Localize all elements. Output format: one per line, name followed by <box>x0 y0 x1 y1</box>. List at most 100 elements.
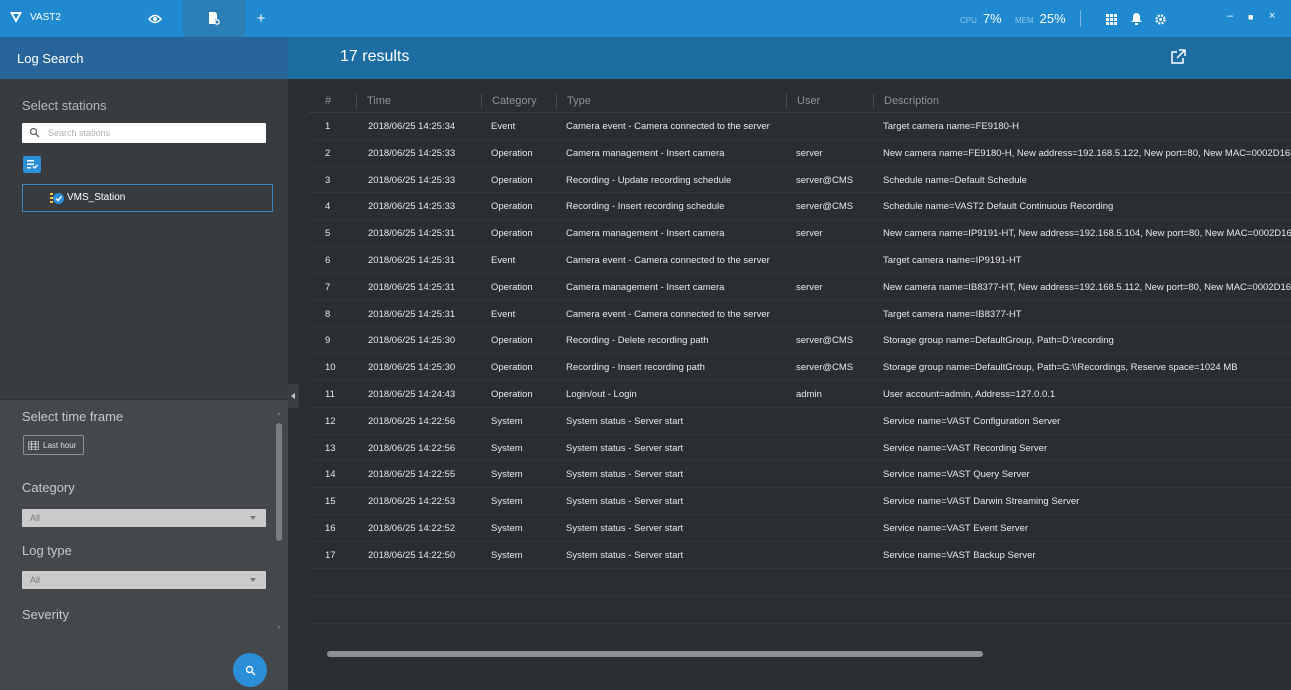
cell-description: Service name=VAST Query Server <box>883 469 1030 481</box>
table-row[interactable]: 8 2018/06/25 14:25:31 Event Camera event - … <box>309 301 1291 328</box>
cell-time: 2018/06/25 14:22:53 <box>368 496 456 508</box>
cell-time: 2018/06/25 14:24:43 <box>368 388 456 400</box>
cell-description: User account=admin, Address=127.0.0.1 <box>883 388 1056 400</box>
table-row[interactable]: 3 2018/06/25 14:25:33 Operation Recording -… <box>309 167 1291 194</box>
cell-description: Target camera name=FE9180-H <box>883 121 1019 132</box>
cell-type: System status - Server start <box>566 522 684 534</box>
search-button[interactable] <box>233 653 267 687</box>
cell-number: 3 <box>325 174 331 186</box>
cell-number: 4 <box>325 201 331 213</box>
log-type-select[interactable]: All <box>22 571 266 589</box>
cell-time: 2018/06/25 14:22:56 <box>368 415 456 427</box>
table-row[interactable]: 9 2018/06/25 14:25:30 Operation Recording -… <box>309 327 1291 355</box>
scroll-up-icon[interactable] <box>277 412 281 415</box>
chevron-down-icon <box>250 578 256 582</box>
cell-type: Camera management - Insert camera <box>566 147 725 159</box>
cell-description: Service name=VAST Configuration Server <box>883 415 1061 427</box>
cell-type: System status - Server start <box>566 442 684 454</box>
table-row[interactable]: 2 2018/06/25 14:25:33 Operation Camera mana… <box>309 140 1291 167</box>
cell-time: 2018/06/25 14:22:55 <box>368 469 456 481</box>
scroll-down-icon[interactable] <box>277 626 281 629</box>
add-tab-button[interactable]: + <box>250 0 272 37</box>
close-button[interactable]: × <box>1269 10 1275 22</box>
column-header-description[interactable]: Description <box>873 94 939 108</box>
collapse-panel-button[interactable] <box>287 384 299 408</box>
header-bar: Log Search 17 results <box>0 37 1291 79</box>
table-row[interactable]: 12 2018/06/25 14:22:56 System System status… <box>309 408 1291 435</box>
list-check-icon <box>26 160 38 169</box>
cell-time: 2018/06/25 14:25:33 <box>368 174 456 186</box>
cell-user: server@CMS <box>796 201 854 213</box>
app-grid-button[interactable] <box>1103 11 1119 27</box>
table-row[interactable]: 11 2018/06/25 14:24:43 Operation Login/out … <box>309 381 1291 408</box>
notifications-button[interactable] <box>1128 11 1144 27</box>
table-row[interactable]: 6 2018/06/25 14:25:31 Event Camera event - … <box>309 247 1291 274</box>
cell-category: Operation <box>491 201 533 213</box>
cell-category: System <box>491 549 523 561</box>
column-header-type[interactable]: Type <box>556 94 591 108</box>
table-row[interactable]: 15 2018/06/25 14:22:53 System System status… <box>309 488 1291 515</box>
cell-type: Recording - Delete recording path <box>566 335 709 347</box>
cell-time: 2018/06/25 14:22:56 <box>368 442 456 454</box>
table-horizontal-scrollbar[interactable] <box>327 651 983 657</box>
cell-category: Operation <box>491 228 533 240</box>
table-row[interactable]: 14 2018/06/25 14:22:55 System System status… <box>309 461 1291 489</box>
station-search-input[interactable] <box>48 125 258 141</box>
cell-time: 2018/06/25 14:25:31 <box>368 228 456 240</box>
left-header: Log Search <box>0 37 288 79</box>
log-type-title: Log type <box>22 543 72 558</box>
station-item[interactable]: VMS_Station <box>22 184 273 212</box>
log-table: # Time Category Type User Description 12… <box>309 79 1291 690</box>
table-row[interactable]: 4 2018/06/25 14:25:33 Operation Recording -… <box>309 193 1291 221</box>
column-header-number[interactable]: # <box>325 94 331 108</box>
cell-type: Camera event - Camera connected to the s… <box>566 254 770 266</box>
cell-category: Operation <box>491 388 533 400</box>
category-select-value: All <box>30 513 41 523</box>
calendar-icon <box>28 440 39 450</box>
category-select[interactable]: All <box>22 509 266 527</box>
cell-category: System <box>491 469 523 481</box>
cell-number: 6 <box>325 254 331 266</box>
export-button[interactable] <box>1170 49 1188 67</box>
mem-label: MEM <box>1015 16 1034 25</box>
table-row[interactable]: 13 2018/06/25 14:22:56 System System status… <box>309 435 1291 462</box>
table-row[interactable]: 7 2018/06/25 14:25:31 Operation Camera mana… <box>309 274 1291 301</box>
cpu-label: CPU <box>960 16 977 25</box>
station-name: VMS_Station <box>67 192 126 203</box>
column-header-user[interactable]: User <box>786 94 820 108</box>
cell-user: server <box>796 228 823 240</box>
cell-number: 7 <box>325 281 331 293</box>
station-list-toggle-button[interactable] <box>23 156 41 173</box>
time-frame-button[interactable]: Last hour <box>23 435 84 455</box>
cell-description: Target camera name=IP9191-HT <box>883 254 1022 266</box>
grid-icon <box>1105 13 1117 25</box>
cell-description: Service name=VAST Recording Server <box>883 442 1048 454</box>
filter-scrollbar[interactable] <box>276 423 282 541</box>
cell-category: Operation <box>491 174 533 186</box>
table-row[interactable]: 10 2018/06/25 14:25:30 Operation Recording … <box>309 354 1291 381</box>
column-header-time[interactable]: Time <box>356 94 391 108</box>
table-row[interactable]: 5 2018/06/25 14:25:31 Operation Camera mana… <box>309 220 1291 247</box>
time-frame-title: Select time frame <box>22 409 124 424</box>
table-row[interactable]: 17 2018/06/25 14:22:50 System System status… <box>309 542 1291 569</box>
maximize-button[interactable]: ■ <box>1248 12 1253 22</box>
column-header-category[interactable]: Category <box>481 94 537 108</box>
select-stations-title: Select stations <box>22 98 107 113</box>
minimize-button[interactable]: – <box>1227 10 1233 22</box>
tab-live-view[interactable] <box>127 0 183 37</box>
table-row[interactable]: 16 2018/06/25 14:22:52 System System status… <box>309 515 1291 542</box>
cpu-status: CPU 7% <box>960 11 1002 26</box>
tab-log-search[interactable] <box>183 0 245 37</box>
mem-value: 25% <box>1039 11 1066 26</box>
cell-category: Operation <box>491 281 533 293</box>
cell-description: Schedule name=Default Schedule <box>883 174 1027 186</box>
settings-button[interactable] <box>1152 11 1168 27</box>
cell-number: 8 <box>325 308 331 320</box>
cell-type: Camera event - Camera connected to the s… <box>566 121 770 132</box>
cell-user: server <box>796 281 823 293</box>
table-row[interactable]: 1 2018/06/25 14:25:34 Event Camera event - … <box>309 113 1291 140</box>
cell-category: Operation <box>491 147 533 159</box>
cell-time: 2018/06/25 14:25:30 <box>368 335 456 347</box>
cell-time: 2018/06/25 14:25:33 <box>368 201 456 213</box>
search-icon <box>29 127 40 138</box>
